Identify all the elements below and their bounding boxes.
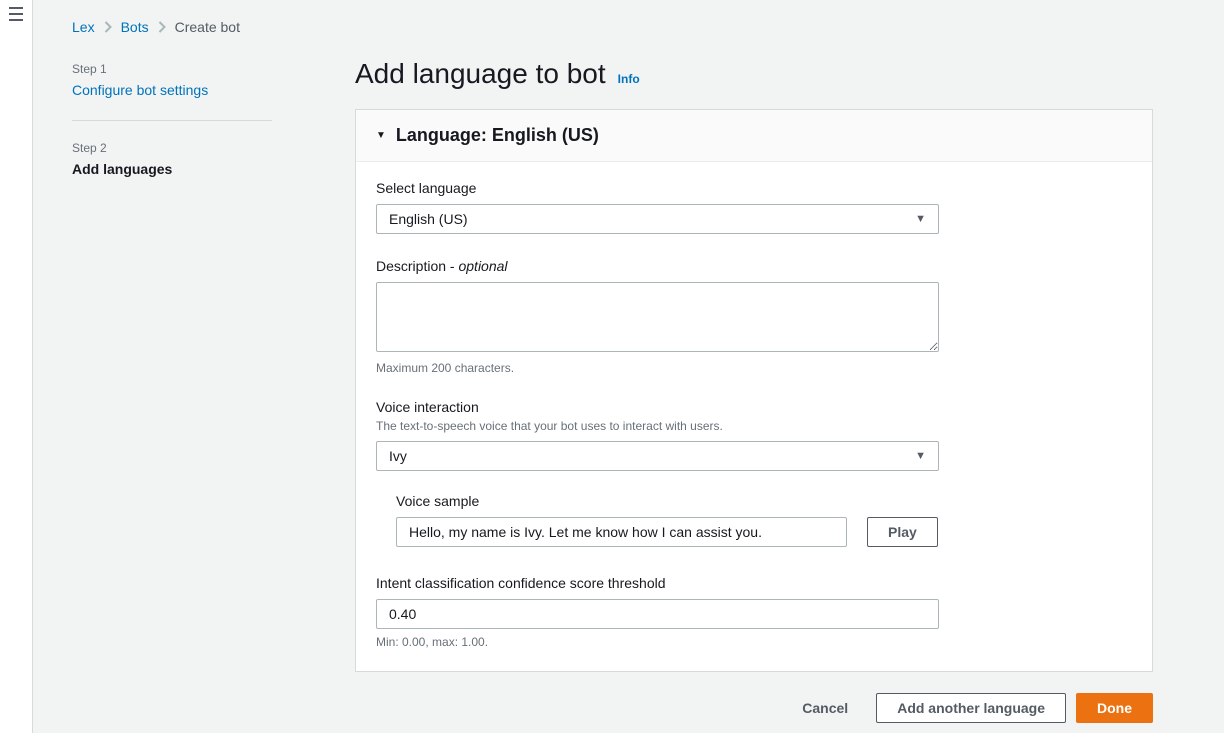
play-button[interactable]: Play	[867, 517, 938, 547]
dropdown-arrow-icon: ▼	[915, 450, 926, 462]
step2-current-add-languages: Add languages	[72, 161, 355, 177]
steps-navigation: Step 1 Configure bot settings Step 2 Add…	[72, 62, 355, 723]
voice-sample-group: Voice sample Play	[396, 493, 1132, 547]
add-another-language-button[interactable]: Add another language	[876, 693, 1066, 723]
info-link[interactable]: Info	[618, 72, 640, 86]
language-panel: ▼ Language: English (US) Select language…	[355, 109, 1153, 672]
cancel-button[interactable]: Cancel	[802, 700, 848, 716]
breadcrumb: Lex Bots Create bot	[72, 19, 1224, 35]
optional-label: optional	[458, 258, 507, 274]
threshold-label: Intent classification confidence score t…	[376, 575, 1132, 591]
description-label: Description - optional	[376, 258, 1132, 274]
step2-label: Step 2	[72, 141, 355, 155]
voice-sample-label: Voice sample	[396, 493, 1132, 509]
select-language-field: Select language English (US) ▼	[376, 180, 1132, 234]
dropdown-arrow-icon: ▼	[915, 213, 926, 225]
voice-dropdown[interactable]: Ivy ▼	[376, 441, 939, 471]
breadcrumb-link-bots[interactable]: Bots	[121, 19, 149, 35]
voice-dropdown-value: Ivy	[389, 448, 407, 464]
chevron-right-icon	[104, 21, 112, 33]
steps-divider	[72, 120, 272, 121]
step1-link-configure-bot-settings[interactable]: Configure bot settings	[72, 82, 208, 98]
main-column: Add language to bot Info ▼ Language: Eng…	[355, 62, 1153, 723]
hamburger-menu-icon[interactable]	[5, 5, 27, 23]
threshold-field: Intent classification confidence score t…	[376, 575, 1132, 649]
threshold-input[interactable]	[376, 599, 939, 629]
form-actions: Cancel Add another language Done	[355, 693, 1153, 723]
chevron-right-icon	[158, 21, 166, 33]
description-field: Description - optional Maximum 200 chara…	[376, 258, 1132, 375]
voice-interaction-description: The text-to-speech voice that your bot u…	[376, 419, 1132, 433]
done-button[interactable]: Done	[1076, 693, 1153, 723]
language-panel-body: Select language English (US) ▼ Descripti…	[356, 162, 1152, 671]
select-language-label: Select language	[376, 180, 1132, 196]
voice-interaction-label: Voice interaction	[376, 399, 1132, 415]
app-window: Lex Bots Create bot Step 1 Configure bot…	[0, 0, 1224, 733]
voice-interaction-field: Voice interaction The text-to-speech voi…	[376, 399, 1132, 471]
breadcrumb-current-create-bot: Create bot	[175, 19, 240, 35]
select-language-dropdown[interactable]: English (US) ▼	[376, 204, 939, 234]
select-language-value: English (US)	[389, 211, 468, 227]
threshold-hint: Min: 0.00, max: 1.00.	[376, 635, 1132, 649]
collapse-triangle-icon: ▼	[376, 130, 386, 141]
voice-sample-input[interactable]	[396, 517, 847, 547]
language-panel-header[interactable]: ▼ Language: English (US)	[356, 110, 1152, 162]
content-area: Lex Bots Create bot Step 1 Configure bot…	[33, 0, 1224, 733]
language-panel-title: Language: English (US)	[396, 125, 599, 146]
breadcrumb-link-lex[interactable]: Lex	[72, 19, 95, 35]
description-textarea[interactable]	[376, 282, 939, 352]
step1-label: Step 1	[72, 62, 355, 76]
page-header: Add language to bot Info	[355, 56, 1153, 92]
description-hint: Maximum 200 characters.	[376, 361, 1132, 375]
page-title: Add language to bot	[355, 56, 606, 92]
collapsed-sidebar-rail	[0, 0, 33, 733]
